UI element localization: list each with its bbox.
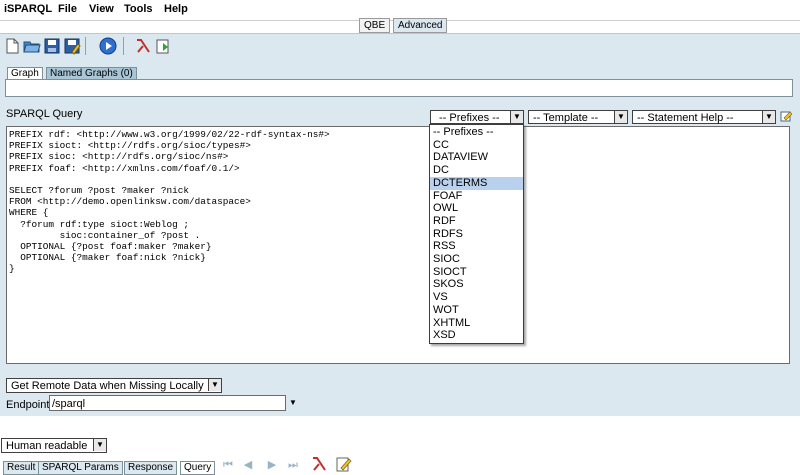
toolbar bbox=[0, 33, 800, 59]
query-line: OPTIONAL {?post foaf:maker ?maker} bbox=[9, 241, 212, 253]
prefix-option[interactable]: SIOCT bbox=[430, 266, 523, 279]
prefix-option[interactable]: DCTERMS bbox=[430, 176, 523, 190]
chevron-down-icon: ▼ bbox=[208, 379, 221, 391]
template-select-value: -- Template -- bbox=[533, 112, 599, 124]
endpoint-input[interactable]: /sparql bbox=[49, 395, 286, 411]
menu-view[interactable]: View bbox=[89, 3, 114, 15]
query-label: SPARQL Query bbox=[6, 108, 83, 120]
output-format-select[interactable]: Human readable ▼ bbox=[1, 438, 107, 453]
edit-icon[interactable] bbox=[780, 110, 793, 122]
new-document-icon[interactable] bbox=[3, 37, 21, 55]
menu-tools[interactable]: Tools bbox=[124, 3, 153, 15]
query-line: ?forum rdf:type sioct:Weblog ; bbox=[9, 218, 190, 230]
toolbar-separator bbox=[123, 37, 124, 55]
prefix-option[interactable]: WOT bbox=[430, 304, 523, 317]
template-select[interactable]: -- Template -- ▼ bbox=[528, 110, 628, 124]
remote-data-select-value: Get Remote Data when Missing Locally bbox=[11, 380, 204, 392]
tab-sparql-params[interactable]: SPARQL Params bbox=[38, 461, 123, 475]
prefix-option[interactable]: CC bbox=[430, 139, 523, 152]
chevron-down-icon: ▼ bbox=[614, 111, 627, 123]
remote-data-select[interactable]: Get Remote Data when Missing Locally ▼ bbox=[6, 378, 222, 393]
prefixes-select-value: -- Prefixes -- bbox=[439, 112, 500, 124]
chevron-down-icon: ▼ bbox=[762, 111, 775, 123]
tab-qbe[interactable]: QBE bbox=[359, 18, 391, 33]
query-line: SELECT ?forum ?post ?maker ?nick bbox=[9, 185, 190, 197]
tab-response[interactable]: Response bbox=[124, 461, 178, 475]
query-line: PREFIX foaf: <http://xmlns.com/foaf/0.1/… bbox=[9, 162, 240, 174]
query-line: sioc:container_of ?post . bbox=[9, 229, 201, 241]
open-folder-icon[interactable] bbox=[23, 37, 41, 55]
menu-help[interactable]: Help bbox=[164, 3, 188, 15]
query-line: PREFIX rdf: <http://www.w3.org/1999/02/2… bbox=[9, 129, 330, 140]
lambda-icon[interactable] bbox=[134, 37, 152, 55]
tab-query[interactable]: Query bbox=[180, 461, 216, 475]
chevron-down-icon: ▼ bbox=[93, 439, 106, 451]
prefix-option[interactable]: FOAF bbox=[430, 190, 523, 203]
prefixes-dropdown-list: -- Prefixes -- CC DATAVIEW DC DCTERMS FOAF OWL… bbox=[429, 124, 524, 344]
prefixes-select[interactable]: -- Prefixes -- ▼ bbox=[430, 110, 524, 124]
query-line: FROM <http://demo.openlinksw.com/dataspa… bbox=[9, 196, 251, 208]
statement-help-select[interactable]: -- Statement Help -- ▼ bbox=[632, 110, 776, 124]
endpoint-label: Endpoint bbox=[6, 399, 50, 411]
query-line: WHERE { bbox=[9, 207, 49, 219]
tab-advanced[interactable]: Advanced bbox=[393, 18, 448, 33]
edit-icon[interactable] bbox=[336, 456, 352, 472]
query-line: PREFIX sioc: <http://rdfs.org/sioc/ns#> bbox=[9, 151, 229, 163]
prefix-option[interactable]: DC bbox=[430, 164, 523, 177]
last-page-icon[interactable]: ⏭ bbox=[287, 459, 299, 471]
next-page-icon[interactable]: ▶ bbox=[266, 459, 278, 471]
prefix-option[interactable]: SKOS bbox=[430, 278, 523, 291]
prefix-option[interactable]: RDF bbox=[430, 215, 523, 228]
save-as-icon[interactable] bbox=[63, 37, 81, 55]
statement-help-select-value: -- Statement Help -- bbox=[637, 112, 734, 124]
prefix-option[interactable]: RSS bbox=[430, 240, 523, 253]
menu-file[interactable]: File bbox=[58, 3, 77, 15]
first-page-icon[interactable]: ⏮ bbox=[222, 459, 234, 471]
chevron-down-icon: ▼ bbox=[510, 111, 523, 123]
prefix-option[interactable]: RDFS bbox=[430, 228, 523, 241]
prefix-option[interactable]: -- Prefixes -- bbox=[430, 126, 523, 139]
import-icon[interactable] bbox=[154, 37, 172, 55]
graph-list[interactable] bbox=[5, 79, 793, 97]
query-line: } bbox=[9, 263, 15, 275]
lambda-icon[interactable] bbox=[311, 457, 327, 471]
query-line: PREFIX sioct: <http://rdfs.org/sioc/type… bbox=[9, 140, 251, 152]
prefix-option[interactable]: XHTML bbox=[430, 317, 523, 330]
prefix-option[interactable]: DATAVIEW bbox=[430, 151, 523, 164]
query-line bbox=[9, 174, 789, 185]
output-format-value: Human readable bbox=[6, 440, 88, 452]
prefix-option[interactable]: OWL bbox=[430, 202, 523, 215]
query-line: OPTIONAL {?maker foaf:nick ?nick} bbox=[9, 252, 206, 264]
prefix-option[interactable]: XSD bbox=[430, 329, 523, 342]
prefix-option[interactable]: SIOC bbox=[430, 253, 523, 266]
save-icon[interactable] bbox=[43, 37, 61, 55]
query-editor[interactable]: PREFIX rdf: <http://www.w3.org/1999/02/2… bbox=[6, 126, 790, 364]
toolbar-separator bbox=[85, 37, 86, 55]
run-query-icon[interactable] bbox=[99, 37, 117, 55]
prefix-option[interactable]: VS bbox=[430, 291, 523, 304]
previous-page-icon[interactable]: ◀ bbox=[242, 459, 254, 471]
tab-result[interactable]: Result bbox=[3, 461, 40, 475]
app-title: iSPARQL bbox=[4, 3, 53, 15]
endpoint-dropdown-icon[interactable]: ▼ bbox=[289, 398, 297, 407]
